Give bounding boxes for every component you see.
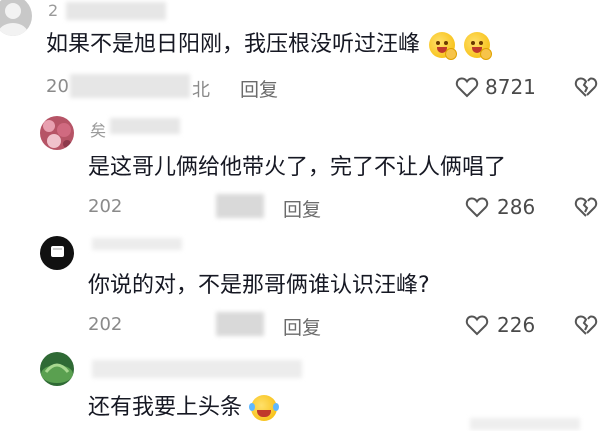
reply-button[interactable]: 回复 — [283, 195, 321, 222]
broken-heart-outline-icon[interactable] — [574, 196, 598, 218]
comment-text: 如果不是旭日阳刚，我压根没听过汪峰 — [46, 30, 493, 60]
footer-blur — [470, 418, 580, 430]
comment-text-content: 还有我要上头条 — [88, 395, 243, 420]
comment-text-content: 如果不是旭日阳刚，我压根没听过汪峰 — [46, 32, 421, 57]
like-button[interactable]: 8721 — [455, 74, 543, 100]
avatar[interactable] — [0, 0, 32, 36]
like-count: 226 — [497, 313, 536, 337]
username-blur[interactable] — [92, 360, 302, 378]
username-blur — [66, 2, 166, 20]
date-blur — [216, 312, 264, 336]
face-covering-mouth-emoji — [429, 32, 458, 60]
username-blur[interactable] — [92, 238, 182, 250]
comment-text: 还有我要上头条 — [88, 393, 280, 423]
broken-heart-outline-icon[interactable] — [574, 76, 598, 98]
comment-location: 北 — [192, 80, 210, 101]
date-blur — [70, 74, 190, 98]
heart-outline-icon — [465, 197, 489, 218]
avatar[interactable] — [40, 236, 74, 270]
comment-date: 202 — [88, 196, 123, 217]
like-button[interactable]: 286 — [465, 194, 545, 220]
like-button[interactable]: 226 — [465, 312, 545, 338]
heart-outline-icon — [465, 315, 489, 336]
avatar[interactable] — [40, 116, 74, 150]
like-count: 286 — [497, 195, 536, 219]
face-covering-mouth-emoji — [464, 32, 493, 60]
heart-outline-icon — [455, 77, 479, 98]
username-blur — [110, 118, 180, 134]
like-count: 8721 — [485, 75, 536, 99]
reply-button[interactable]: 回复 — [283, 313, 321, 340]
username[interactable]: 矣 — [90, 117, 107, 141]
broken-heart-outline-icon[interactable] — [574, 314, 598, 336]
avatar[interactable] — [40, 352, 74, 386]
comment-text: 你说的对，不是那哥俩谁认识汪峰? — [88, 273, 430, 298]
comment-date: 202 — [88, 314, 123, 335]
username[interactable]: 2 — [48, 1, 59, 20]
rolling-laughing-emoji — [249, 395, 280, 421]
date-blur — [216, 194, 264, 218]
comment-text: 是这哥儿俩给他带火了，完了不让人俩唱了 — [88, 155, 507, 180]
comment-date: 20 — [46, 76, 69, 97]
reply-button[interactable]: 回复 — [240, 75, 278, 102]
